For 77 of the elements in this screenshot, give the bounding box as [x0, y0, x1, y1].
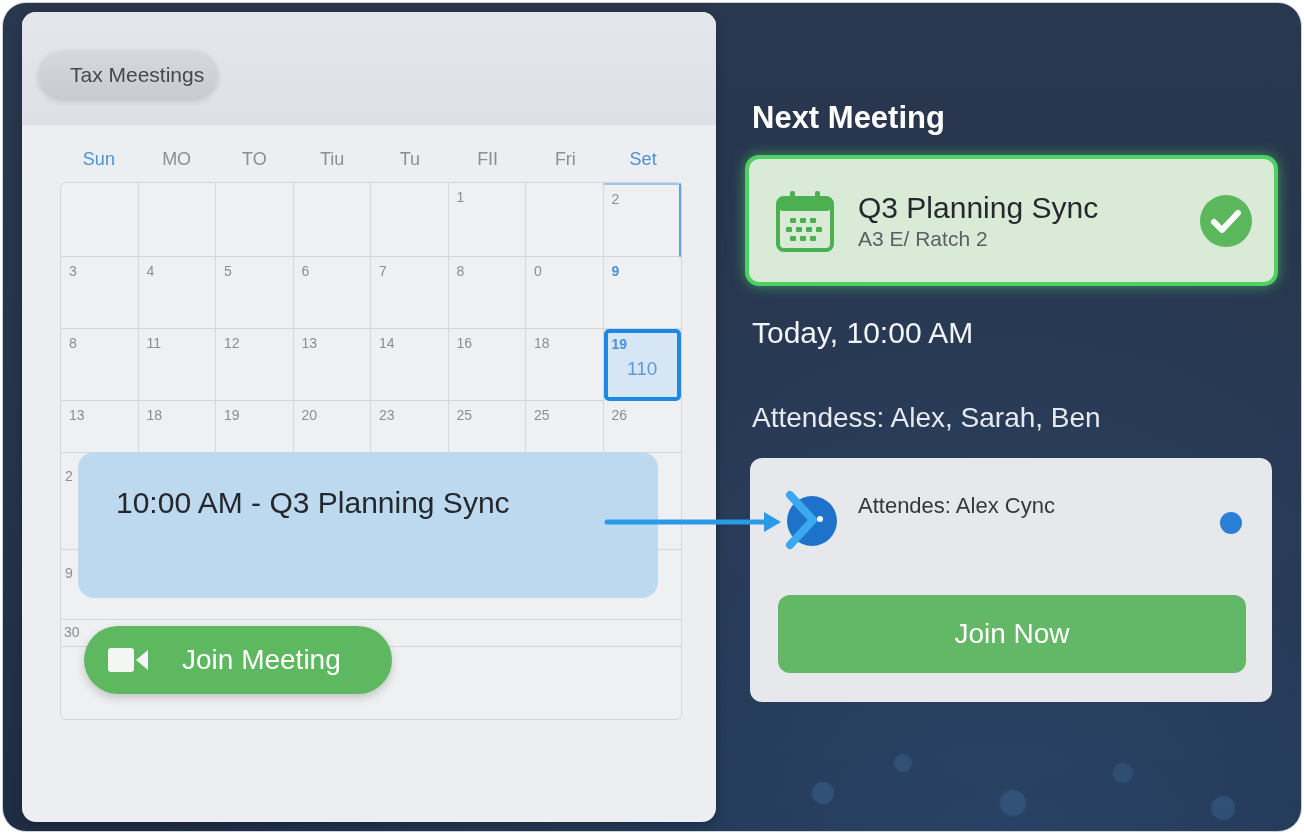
weekday-label: Tu: [398, 148, 422, 171]
weekday-label: TO: [241, 148, 268, 171]
day-number: 25: [534, 407, 550, 423]
day-number: 18: [146, 407, 163, 423]
day-number: 11: [146, 335, 162, 351]
day-number: 5: [224, 263, 232, 279]
day-number: 8: [69, 335, 77, 351]
calendar-cell[interactable]: 2: [61, 465, 77, 487]
calendar-cell[interactable]: 18: [526, 329, 604, 401]
weekday-label: FII: [476, 148, 500, 171]
meeting-title: Q3 Planning Sync: [858, 189, 1099, 226]
calendar-cell[interactable]: [526, 183, 604, 257]
day-number: 19: [611, 336, 629, 352]
day-number: 25: [456, 407, 473, 423]
event-title: 10:00 AM - Q3 Planning Sync: [116, 486, 510, 519]
calendar-cell[interactable]: 8: [61, 329, 139, 401]
day-number: 6: [301, 263, 310, 279]
meeting-time: Today, 10:00 AM: [752, 315, 974, 351]
status-dot-icon: [1220, 512, 1242, 534]
weekday-label: Sun: [81, 148, 116, 171]
calendar-cell[interactable]: 5: [216, 257, 294, 329]
day-number: 13: [301, 335, 318, 351]
day-number: 19: [224, 407, 240, 423]
calendar-icon: [775, 188, 835, 253]
calendar-cell[interactable]: 8: [448, 257, 526, 329]
day-number: 2: [65, 468, 73, 484]
event-block[interactable]: 10:00 AM - Q3 Planning Sync: [78, 452, 658, 598]
calendar-cell[interactable]: [138, 183, 216, 257]
meeting-card[interactable]: Q3 Planning Sync A3 E/ Ratch 2: [745, 155, 1278, 286]
calendar-cell[interactable]: 16: [448, 329, 526, 401]
calendar-cell[interactable]: 2: [603, 183, 681, 257]
calendar-cell[interactable]: [293, 183, 371, 257]
calendar-cell[interactable]: 4: [138, 257, 216, 329]
day-number: 1: [456, 189, 465, 205]
calendar-cell[interactable]: 13: [293, 329, 371, 401]
day-number: 14: [379, 335, 395, 351]
meeting-subtitle: A3 E/ Ratch 2: [858, 225, 988, 252]
day-number: 7: [379, 263, 387, 279]
calendar-cell[interactable]: [61, 183, 139, 257]
attendee-name: Attendes: Alex Cync: [858, 492, 1055, 520]
day-number: 18: [534, 335, 550, 351]
calendar-cell[interactable]: 3: [61, 257, 139, 329]
calendar-cell[interactable]: 6: [293, 257, 371, 329]
day-number: 2: [611, 191, 620, 207]
section-heading: Next Meeting: [752, 99, 945, 137]
calendar-cell[interactable]: 14: [371, 329, 449, 401]
day-number: 13: [69, 407, 85, 423]
day-number: 8: [456, 263, 465, 279]
day-number: 9: [65, 565, 73, 581]
day-note: 110: [627, 358, 658, 380]
calendar-cell[interactable]: 9: [61, 562, 77, 584]
day-number: 20: [301, 407, 318, 423]
video-camera-icon: [108, 647, 148, 673]
weekday-label: Tiu: [318, 148, 346, 171]
join-now-button[interactable]: Join Now: [778, 595, 1246, 673]
weekday-label: Fri: [553, 148, 577, 171]
day-number: 0: [534, 263, 542, 279]
calendar-cell[interactable]: [216, 183, 294, 257]
calendar-cell[interactable]: 1: [448, 183, 526, 257]
calendar-cell[interactable]: [371, 183, 449, 257]
calendar-cell[interactable]: 19 110: [603, 329, 681, 401]
day-number: 9: [611, 263, 620, 279]
calendar-cell[interactable]: 0: [526, 257, 604, 329]
day-number: 12: [224, 335, 240, 351]
day-number: 23: [379, 407, 395, 423]
day-number: 4: [146, 263, 155, 279]
weekday-label: MO: [161, 148, 193, 171]
weekday-label: Set: [628, 148, 658, 171]
calendar-cell[interactable]: 11: [138, 329, 216, 401]
calendar-title: Tax Meestings: [38, 50, 219, 100]
day-number: 3: [69, 263, 77, 279]
day-number: 16: [456, 335, 473, 351]
join-meeting-button[interactable]: Join Meeting: [84, 626, 392, 694]
calendar-cell[interactable]: 7: [371, 257, 449, 329]
calendar-cell[interactable]: 12: [216, 329, 294, 401]
attendees-text: Attendess: Alex, Sarah, Ben: [752, 401, 1101, 435]
day-number: 26: [611, 407, 628, 423]
